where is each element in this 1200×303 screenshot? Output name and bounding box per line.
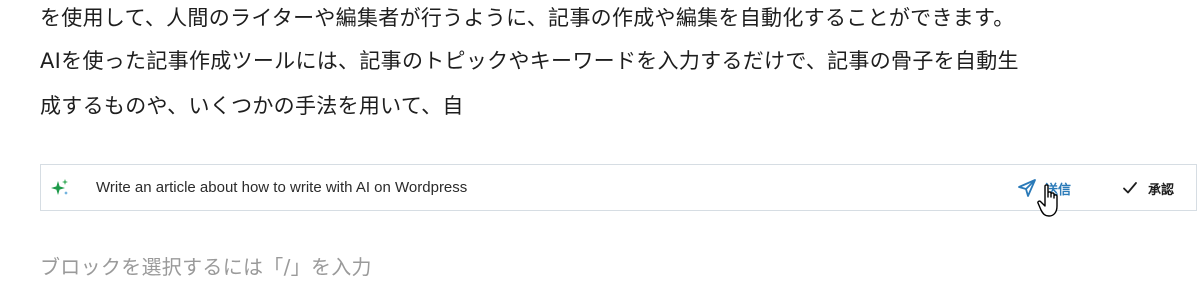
accept-label: 承認 <box>1148 182 1175 198</box>
ai-prompt-input[interactable] <box>96 165 716 210</box>
accept-button[interactable]: 承認 <box>1122 175 1174 201</box>
block-placeholder[interactable]: ブロックを選択するには「/」を入力 <box>40 251 372 283</box>
article-line[interactable]: を使用して、人間のライターや編集者が行うように、記事の作成や編集を自動化すること… <box>40 0 1015 39</box>
sparkle-icon <box>51 179 68 195</box>
send-button[interactable]: 送信 <box>1017 175 1071 201</box>
article-line[interactable]: 成するものや、いくつかの手法を用いて、自 <box>40 85 464 127</box>
article-line[interactable]: AIを使った記事作成ツールには、記事のトピックやキーワードを入力するだけで、記事… <box>40 40 1019 82</box>
send-icon <box>1018 179 1036 197</box>
send-label: 送信 <box>1045 182 1072 198</box>
ai-prompt-bar: 送信 承認 <box>40 164 1197 211</box>
check-icon <box>1123 182 1137 194</box>
